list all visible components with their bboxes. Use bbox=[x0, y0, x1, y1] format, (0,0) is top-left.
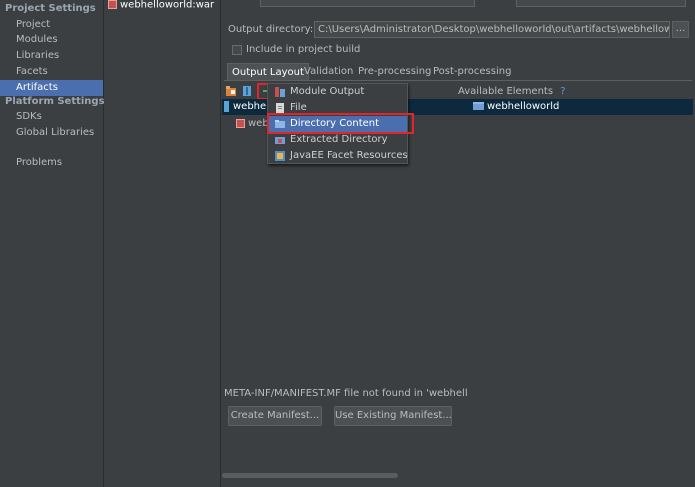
archive-icon[interactable] bbox=[243, 86, 253, 97]
artifact-name-field[interactable] bbox=[260, 0, 475, 7]
sidebar-item-facets[interactable]: Facets bbox=[0, 64, 103, 80]
menu-item-label: JavaEE Facet Resources bbox=[290, 150, 408, 161]
sidebar-item-global-libraries[interactable]: Global Libraries bbox=[0, 125, 103, 141]
layout-tree-child[interactable]: web bbox=[236, 117, 269, 131]
layout-tree-child-label: web bbox=[248, 118, 269, 129]
create-manifest-button[interactable]: Create Manifest... bbox=[228, 406, 322, 426]
sidebar-item-problems[interactable]: Problems bbox=[0, 155, 103, 171]
artifact-list-item-label: webhelloworld:war bbox=[120, 0, 215, 11]
menu-item-extracted-directory[interactable]: Extracted Directory bbox=[268, 132, 407, 148]
menu-item-module-output[interactable]: Module Output bbox=[268, 84, 407, 100]
extracted-directory-icon bbox=[275, 135, 285, 145]
include-in-build-label: Include in project build bbox=[246, 44, 361, 55]
menu-item-label: File bbox=[290, 102, 307, 113]
menu-item-label: Extracted Directory bbox=[290, 134, 388, 145]
sidebar-item-modules[interactable]: Modules bbox=[0, 32, 103, 48]
output-directory-label: Output directory: bbox=[228, 24, 314, 35]
browse-button[interactable]: ... bbox=[672, 21, 689, 38]
tab-output-layout[interactable]: Output Layout bbox=[227, 63, 309, 80]
javaee-facet-icon bbox=[275, 151, 285, 161]
menu-item-javaee-facet-resources[interactable]: JavaEE Facet Resources bbox=[268, 148, 408, 164]
artifact-list-item[interactable]: webhelloworld:war bbox=[108, 0, 214, 11]
layout-tree-root-label: webhell bbox=[233, 101, 272, 112]
file-icon bbox=[275, 103, 285, 113]
tab-pre-processing[interactable]: Pre-processing bbox=[354, 63, 435, 80]
help-icon[interactable]: ? bbox=[560, 86, 565, 97]
folder-icon bbox=[473, 102, 484, 110]
tab-validation[interactable]: Validation bbox=[300, 63, 357, 80]
module-icon bbox=[236, 118, 245, 128]
menu-item-label: Module Output bbox=[290, 86, 365, 97]
manifest-warning: META-INF/MANIFEST.MF file not found in '… bbox=[224, 388, 468, 399]
sidebar-item-sdks[interactable]: SDKs bbox=[0, 109, 103, 125]
project-settings-header: Project Settings bbox=[5, 3, 96, 14]
layout-tree-root[interactable]: webhell bbox=[224, 100, 272, 114]
settings-sidebar: Project Settings Project Modules Librari… bbox=[0, 0, 105, 487]
jar-icon bbox=[224, 100, 229, 112]
war-archive-icon bbox=[108, 0, 117, 9]
sidebar-item-libraries[interactable]: Libraries bbox=[0, 48, 103, 64]
new-folder-icon[interactable] bbox=[226, 86, 236, 97]
directory-content-highlight bbox=[267, 113, 414, 134]
tab-post-processing[interactable]: Post-processing bbox=[429, 63, 515, 80]
output-directory-field[interactable]: C:\Users\Administrator\Desktop\webhellow… bbox=[314, 21, 670, 38]
available-elements-header: Available Elements ? bbox=[458, 85, 566, 99]
horizontal-scrollbar[interactable] bbox=[222, 473, 398, 478]
available-elements-label: Available Elements bbox=[458, 86, 554, 97]
available-element-item[interactable]: webhelloworld bbox=[473, 100, 559, 114]
sidebar-item-project[interactable]: Project bbox=[0, 17, 103, 33]
module-output-icon bbox=[275, 87, 285, 97]
artifact-list: webhelloworld:war bbox=[104, 0, 221, 487]
available-element-label: webhelloworld bbox=[487, 101, 560, 112]
use-existing-manifest-button[interactable]: Use Existing Manifest... bbox=[334, 406, 452, 426]
artifact-type-select[interactable] bbox=[516, 0, 686, 7]
platform-settings-header: Platform Settings bbox=[5, 96, 105, 107]
include-in-build-checkbox[interactable] bbox=[232, 45, 242, 55]
